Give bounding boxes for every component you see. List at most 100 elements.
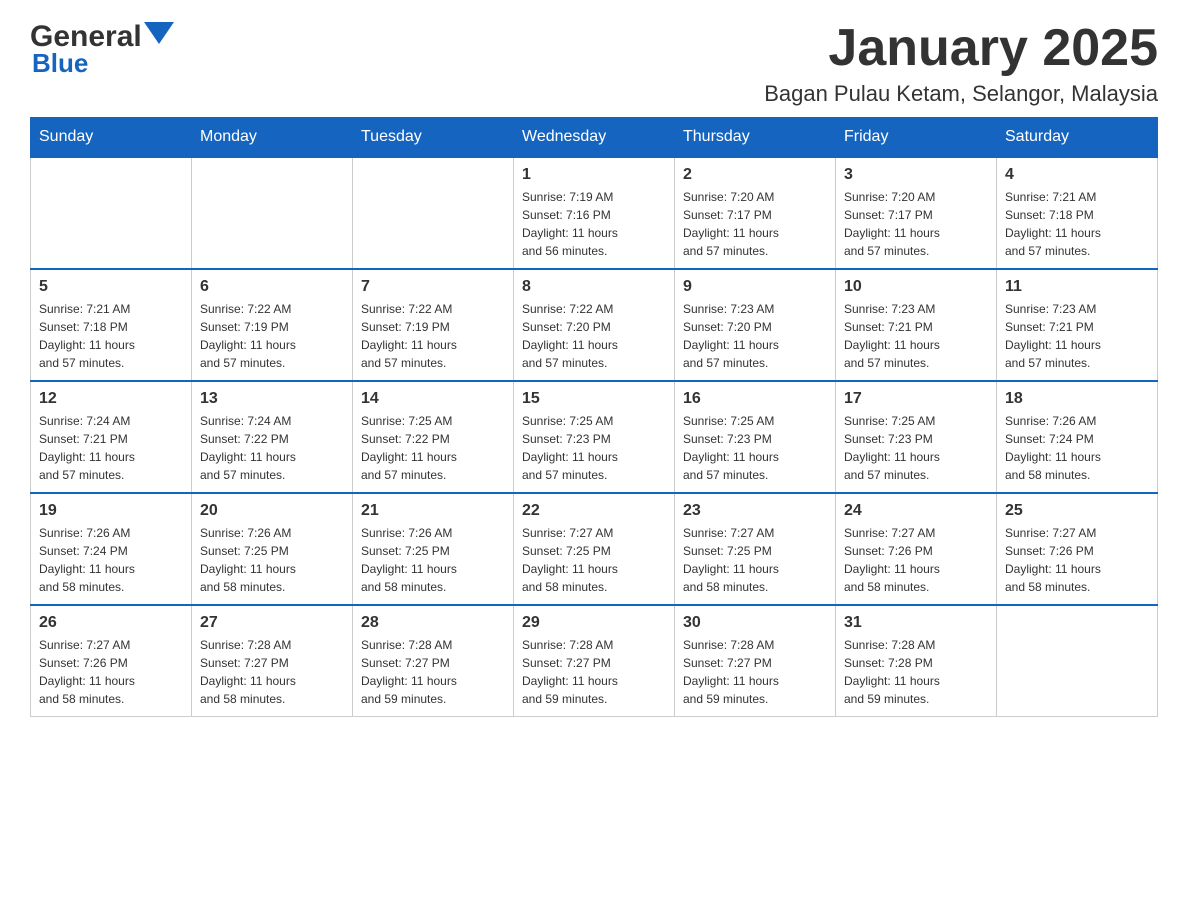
day-number: 28: [361, 614, 505, 632]
day-number: 5: [39, 278, 183, 296]
day-number: 10: [844, 278, 988, 296]
day-info: Sunrise: 7:26 AM Sunset: 7:25 PM Dayligh…: [361, 524, 505, 596]
weekday-header-sunday: Sunday: [31, 118, 192, 158]
day-info: Sunrise: 7:20 AM Sunset: 7:17 PM Dayligh…: [683, 188, 827, 260]
day-info: Sunrise: 7:22 AM Sunset: 7:19 PM Dayligh…: [200, 300, 344, 372]
calendar-cell: 10 Sunrise: 7:23 AM Sunset: 7:21 PM Dayli…: [836, 269, 997, 381]
weekday-header-monday: Monday: [192, 118, 353, 158]
day-info: Sunrise: 7:28 AM Sunset: 7:27 PM Dayligh…: [683, 636, 827, 708]
day-info: Sunrise: 7:25 AM Sunset: 7:22 PM Dayligh…: [361, 412, 505, 484]
calendar-cell: 4Sunrise: 7:21 AM Sunset: 7:18 PM Daylig…: [997, 157, 1158, 269]
day-number: 11: [1005, 278, 1149, 296]
weekday-header-wednesday: Wednesday: [514, 118, 675, 158]
calendar-cell: 2Sunrise: 7:20 AM Sunset: 7:17 PM Daylig…: [675, 157, 836, 269]
day-number: 29: [522, 614, 666, 632]
weekday-header-friday: Friday: [836, 118, 997, 158]
weekday-header-saturday: Saturday: [997, 118, 1158, 158]
day-info: Sunrise: 7:21 AM Sunset: 7:18 PM Dayligh…: [39, 300, 183, 372]
day-info: Sunrise: 7:23 AM Sunset: 7:20 PM Dayligh…: [683, 300, 827, 372]
day-number: 30: [683, 614, 827, 632]
calendar-cell: 30 Sunrise: 7:28 AM Sunset: 7:27 PM Dayli…: [675, 605, 836, 717]
calendar-cell: 20 Sunrise: 7:26 AM Sunset: 7:25 PM Dayli…: [192, 493, 353, 605]
calendar-cell: 6Sunrise: 7:22 AM Sunset: 7:19 PM Daylig…: [192, 269, 353, 381]
day-number: 14: [361, 390, 505, 408]
day-info: Sunrise: 7:27 AM Sunset: 7:25 PM Dayligh…: [522, 524, 666, 596]
day-number: 15: [522, 390, 666, 408]
calendar-cell: 16 Sunrise: 7:25 AM Sunset: 7:23 PM Dayli…: [675, 381, 836, 493]
calendar-cell: 9 Sunrise: 7:23 AM Sunset: 7:20 PM Daylig…: [675, 269, 836, 381]
day-number: 8: [522, 278, 666, 296]
weekday-header-tuesday: Tuesday: [353, 118, 514, 158]
week-row-1: 1Sunrise: 7:19 AM Sunset: 7:16 PM Daylig…: [31, 157, 1158, 269]
day-number: 17: [844, 390, 988, 408]
day-info: Sunrise: 7:25 AM Sunset: 7:23 PM Dayligh…: [683, 412, 827, 484]
day-number: 23: [683, 502, 827, 520]
day-number: 12: [39, 390, 183, 408]
day-number: 26: [39, 614, 183, 632]
calendar-cell: 5 Sunrise: 7:21 AM Sunset: 7:18 PM Daylig…: [31, 269, 192, 381]
day-number: 16: [683, 390, 827, 408]
day-info: Sunrise: 7:28 AM Sunset: 7:27 PM Dayligh…: [361, 636, 505, 708]
calendar-cell: 21Sunrise: 7:26 AM Sunset: 7:25 PM Dayli…: [353, 493, 514, 605]
calendar-cell: 25 Sunrise: 7:27 AM Sunset: 7:26 PM Dayli…: [997, 493, 1158, 605]
calendar-cell: 15 Sunrise: 7:25 AM Sunset: 7:23 PM Dayli…: [514, 381, 675, 493]
calendar-cell: [31, 157, 192, 269]
calendar-cell: 7 Sunrise: 7:22 AM Sunset: 7:19 PM Daylig…: [353, 269, 514, 381]
day-info: Sunrise: 7:22 AM Sunset: 7:20 PM Dayligh…: [522, 300, 666, 372]
logo: General Blue: [30, 20, 174, 79]
calendar-cell: 28 Sunrise: 7:28 AM Sunset: 7:27 PM Dayli…: [353, 605, 514, 717]
week-row-4: 19Sunrise: 7:26 AM Sunset: 7:24 PM Dayli…: [31, 493, 1158, 605]
week-row-5: 26Sunrise: 7:27 AM Sunset: 7:26 PM Dayli…: [31, 605, 1158, 717]
day-info: Sunrise: 7:27 AM Sunset: 7:26 PM Dayligh…: [844, 524, 988, 596]
calendar-cell: 11 Sunrise: 7:23 AM Sunset: 7:21 PM Dayli…: [997, 269, 1158, 381]
day-number: 13: [200, 390, 344, 408]
day-number: 7: [361, 278, 505, 296]
week-row-2: 5 Sunrise: 7:21 AM Sunset: 7:18 PM Daylig…: [31, 269, 1158, 381]
day-info: Sunrise: 7:24 AM Sunset: 7:22 PM Dayligh…: [200, 412, 344, 484]
calendar-cell: [353, 157, 514, 269]
calendar-subtitle: Bagan Pulau Ketam, Selangor, Malaysia: [764, 81, 1158, 107]
day-number: 31: [844, 614, 988, 632]
day-number: 20: [200, 502, 344, 520]
calendar-cell: 3Sunrise: 7:20 AM Sunset: 7:17 PM Daylig…: [836, 157, 997, 269]
logo-triangle-icon: [144, 22, 174, 52]
day-info: Sunrise: 7:20 AM Sunset: 7:17 PM Dayligh…: [844, 188, 988, 260]
day-info: Sunrise: 7:22 AM Sunset: 7:19 PM Dayligh…: [361, 300, 505, 372]
day-info: Sunrise: 7:25 AM Sunset: 7:23 PM Dayligh…: [844, 412, 988, 484]
day-number: 19: [39, 502, 183, 520]
day-number: 25: [1005, 502, 1149, 520]
day-number: 9: [683, 278, 827, 296]
calendar-cell: 31 Sunrise: 7:28 AM Sunset: 7:28 PM Dayli…: [836, 605, 997, 717]
day-number: 18: [1005, 390, 1149, 408]
day-info: Sunrise: 7:26 AM Sunset: 7:24 PM Dayligh…: [1005, 412, 1149, 484]
calendar-cell: 29Sunrise: 7:28 AM Sunset: 7:27 PM Dayli…: [514, 605, 675, 717]
logo-blue-text: Blue: [32, 48, 88, 78]
calendar-cell: 13 Sunrise: 7:24 AM Sunset: 7:22 PM Dayli…: [192, 381, 353, 493]
day-number: 27: [200, 614, 344, 632]
day-info: Sunrise: 7:23 AM Sunset: 7:21 PM Dayligh…: [844, 300, 988, 372]
calendar-cell: 26Sunrise: 7:27 AM Sunset: 7:26 PM Dayli…: [31, 605, 192, 717]
calendar-cell: 19Sunrise: 7:26 AM Sunset: 7:24 PM Dayli…: [31, 493, 192, 605]
day-info: Sunrise: 7:27 AM Sunset: 7:26 PM Dayligh…: [1005, 524, 1149, 596]
calendar-cell: 1Sunrise: 7:19 AM Sunset: 7:16 PM Daylig…: [514, 157, 675, 269]
weekday-header-thursday: Thursday: [675, 118, 836, 158]
day-info: Sunrise: 7:28 AM Sunset: 7:28 PM Dayligh…: [844, 636, 988, 708]
day-info: Sunrise: 7:27 AM Sunset: 7:25 PM Dayligh…: [683, 524, 827, 596]
calendar-cell: 12Sunrise: 7:24 AM Sunset: 7:21 PM Dayli…: [31, 381, 192, 493]
calendar-cell: 24 Sunrise: 7:27 AM Sunset: 7:26 PM Dayli…: [836, 493, 997, 605]
calendar-cell: 17 Sunrise: 7:25 AM Sunset: 7:23 PM Dayli…: [836, 381, 997, 493]
calendar-cell: 23 Sunrise: 7:27 AM Sunset: 7:25 PM Dayli…: [675, 493, 836, 605]
calendar-cell: [192, 157, 353, 269]
calendar-table: SundayMondayTuesdayWednesdayThursdayFrid…: [30, 117, 1158, 717]
calendar-cell: 8 Sunrise: 7:22 AM Sunset: 7:20 PM Daylig…: [514, 269, 675, 381]
header: General Blue January 2025 Bagan Pulau Ke…: [30, 20, 1158, 107]
calendar-cell: 18 Sunrise: 7:26 AM Sunset: 7:24 PM Dayli…: [997, 381, 1158, 493]
week-row-3: 12Sunrise: 7:24 AM Sunset: 7:21 PM Dayli…: [31, 381, 1158, 493]
day-info: Sunrise: 7:26 AM Sunset: 7:25 PM Dayligh…: [200, 524, 344, 596]
day-info: Sunrise: 7:23 AM Sunset: 7:21 PM Dayligh…: [1005, 300, 1149, 372]
day-number: 1: [522, 166, 666, 184]
day-number: 22: [522, 502, 666, 520]
day-number: 24: [844, 502, 988, 520]
day-info: Sunrise: 7:25 AM Sunset: 7:23 PM Dayligh…: [522, 412, 666, 484]
calendar-cell: 14 Sunrise: 7:25 AM Sunset: 7:22 PM Dayli…: [353, 381, 514, 493]
